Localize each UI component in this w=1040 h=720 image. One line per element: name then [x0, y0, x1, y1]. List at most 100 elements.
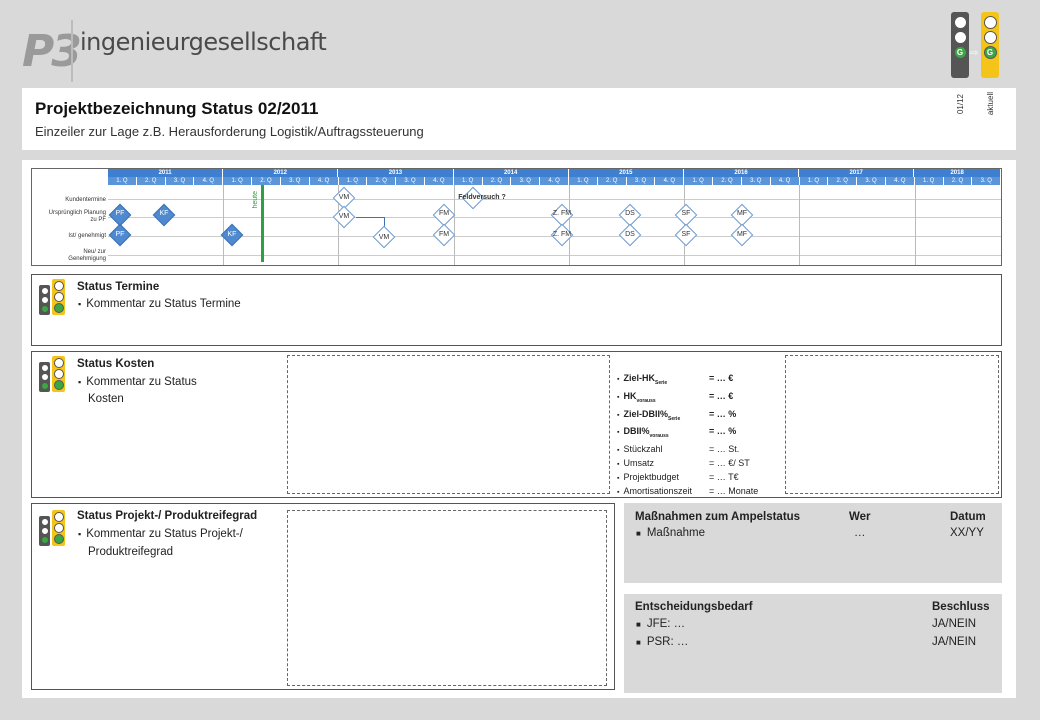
previous-label: 01/12	[956, 94, 965, 115]
massnahmen-wer-header: Wer	[849, 511, 871, 523]
year-cell: 2017	[799, 169, 915, 177]
kpi-label: Stückzahl	[617, 443, 709, 457]
milestone-label: Z. FM	[552, 210, 572, 217]
kpi-value: = … St.	[709, 444, 740, 455]
year-divider	[223, 185, 225, 265]
quarter-cell: 4. Q	[655, 177, 685, 185]
row-label-ist: Ist/ genehmigt	[68, 233, 106, 239]
reife-placeholder	[287, 510, 607, 686]
lamp-green: G	[983, 46, 997, 59]
year-divider	[799, 185, 801, 265]
kpi-value: = … €	[709, 373, 734, 383]
quarter-cell: 1. Q	[684, 177, 714, 185]
traffic-light-small-current	[52, 279, 65, 315]
quarter-cell: 1. Q	[569, 177, 598, 185]
status-kosten-title: Status Kosten	[77, 358, 155, 370]
year-header: 2011 2012 2013 2014 2015 2016 2017 2018	[108, 169, 1001, 177]
milestone-label: Z. FM	[552, 231, 572, 238]
kpi-list: Ziel-HKSerie= … €HKvorauss= … €Ziel-DBII…	[617, 372, 758, 499]
quarter-cell: 1. Q	[108, 177, 137, 185]
cost-detail-placeholder	[785, 355, 999, 494]
beschluss-header: Beschluss	[932, 601, 990, 613]
row-labels: Kundentermine Ursprünglich Planung zu PF…	[32, 169, 108, 265]
kpi-label: HKvorauss	[617, 390, 709, 408]
entscheidung-item: JFE: …	[636, 618, 685, 630]
kpi-value: = … Monate	[709, 486, 759, 497]
traffic-light-small-previous	[39, 285, 50, 315]
kpi-row: Ziel-DBII%Serie= … %	[617, 408, 758, 426]
quarter-cell: 4. Q	[886, 177, 915, 185]
milestone-label: Feldversuch ?	[458, 194, 506, 201]
title-panel	[22, 88, 1016, 150]
lamp-red	[953, 16, 967, 29]
kpi-label: Amortisationszeit	[617, 485, 709, 499]
status-kosten-comment: Kommentar zu Status	[78, 374, 197, 391]
lamp-yellow	[953, 31, 967, 44]
kpi-label: Ziel-HKSerie	[617, 372, 709, 390]
traffic-light-current: G	[981, 12, 999, 78]
kpi-row: Ziel-HKSerie= … €	[617, 372, 758, 390]
row-label-kundentermine: Kundentermine	[65, 197, 106, 203]
quarter-cell: 2. Q	[828, 177, 858, 185]
row-label-neu: Neu/ zur Genehmigung	[68, 249, 106, 262]
milestone-label: PF	[115, 231, 125, 238]
massnahmen-header: Maßnahmen zum Ampelstatus	[635, 511, 801, 523]
milestone-label: VM	[338, 213, 350, 220]
massnahme-wer: …	[854, 527, 866, 539]
year-cell: 2016	[684, 169, 800, 177]
lamp-yellow	[983, 31, 997, 44]
status-reife-title: Status Projekt-/ Produktreifegrad	[77, 510, 258, 522]
year-cell: 2012	[223, 169, 339, 177]
today-label: heute	[252, 191, 259, 209]
shift-arrow	[356, 217, 384, 218]
quarter-cell: 3. Q	[396, 177, 425, 185]
kpi-label: Ziel-DBII%Serie	[617, 408, 709, 426]
page-title: Projektbezeichnung Status 02/2011	[35, 99, 319, 118]
quarter-cell: 2. Q	[367, 177, 397, 185]
quarter-cell: 3. Q	[166, 177, 195, 185]
massnahmen-datum-header: Datum	[950, 511, 986, 523]
entscheidung-value: JA/NEIN	[932, 636, 977, 648]
timeline-chart: Kundentermine Ursprünglich Planung zu PF…	[31, 168, 1002, 266]
kpi-row: DBII%vorauss= … %	[617, 425, 758, 443]
entscheidung-value: JA/NEIN	[932, 618, 977, 630]
milestone-label: FM	[438, 231, 450, 238]
milestone-label: MF	[736, 231, 748, 238]
kpi-row: Amortisationszeit= … Monate	[617, 485, 758, 499]
quarter-cell: 1. Q	[454, 177, 483, 185]
traffic-light-small-current	[52, 510, 65, 546]
kpi-row: Umsatz= … €/ ST	[617, 457, 758, 471]
quarter-cell: 3. Q	[857, 177, 886, 185]
quarter-cell: 1. Q	[223, 177, 253, 185]
arrow-icon: ⇨	[970, 48, 979, 59]
milestone-label: DS	[625, 231, 635, 238]
page-subtitle: Einzeiler zur Lage z.B. Herausforderung …	[35, 124, 424, 139]
entscheidung-item: PSR: …	[636, 636, 689, 648]
traffic-light-previous: G	[951, 12, 969, 78]
kpi-row: HKvorauss= … €	[617, 390, 758, 408]
quarter-cell: 2. Q	[483, 177, 512, 185]
quarter-cell: 1. Q	[915, 177, 944, 185]
quarter-cell: 2. Q	[713, 177, 742, 185]
quarter-cell: 3. Q	[511, 177, 541, 185]
kpi-label: Projektbudget	[617, 471, 709, 485]
quarter-cell: 4. Q	[194, 177, 224, 185]
kpi-value: = … €	[709, 390, 734, 401]
traffic-light-small-current	[52, 356, 65, 392]
quarter-cell: 4. Q	[771, 177, 800, 185]
massnahme-datum: XX/YY	[950, 527, 984, 539]
kpi-row: Stückzahl= … St.	[617, 443, 758, 457]
milestone-label: VM	[378, 234, 390, 241]
logo-divider	[71, 20, 73, 82]
milestone-label: VM	[338, 194, 350, 201]
milestone-label: KF	[227, 231, 237, 238]
row-label-plan: Ursprünglich Planung zu PF	[48, 210, 106, 223]
kpi-value: = … %	[709, 426, 737, 437]
quarter-cell: 4. Q	[310, 177, 339, 185]
kpi-value: = … T€	[709, 472, 739, 483]
row-divider	[108, 255, 1001, 256]
status-reife-comment: Kommentar zu Status Projekt-/	[78, 526, 243, 543]
quarter-header: 1. Q 2. Q 3. Q 4. Q 1. Q 2. Q 3. Q 4. Q 1. Q 2. Q…	[108, 177, 1002, 185]
milestone-label: DS	[625, 210, 635, 217]
year-cell: 2013	[338, 169, 454, 177]
